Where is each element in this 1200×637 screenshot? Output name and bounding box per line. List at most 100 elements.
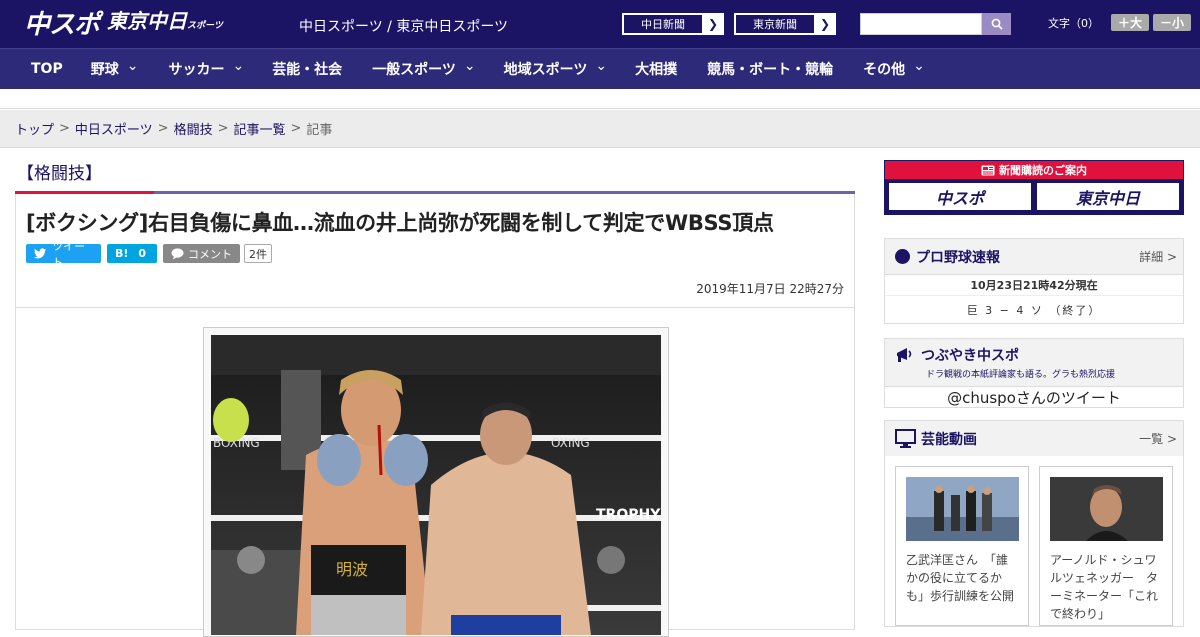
trunks-text: 明波 <box>336 560 368 579</box>
chevron-down-icon: ⌄ <box>126 58 139 74</box>
search-icon <box>991 18 1003 30</box>
baseball-scores-widget: プロ野球速報 詳細 > 10月23日21時42分現在 巨 3 − 4 ソ （終了… <box>884 238 1184 324</box>
article-photo-area: BOXING OXING TROPHY 明波 <box>15 308 855 637</box>
entertainment-video-widget: 芸能動画 一覧 > 乙武洋匡さん 「誰かの役に立てるかも」歩行訓練を公開 アーノ… <box>884 420 1184 627</box>
baseball-icon <box>895 249 910 264</box>
main-nav: TOP 野球 ⌄ サッカー ⌄ 芸能・社会 一般スポーツ ⌄ 地域スポーツ ⌄ 大相撲 競馬・ボート・… <box>0 48 1200 89</box>
video-cards: 乙武洋匡さん 「誰かの役に立てるかも」歩行訓練を公開 アーノルド・シュワルツェネ… <box>885 456 1183 626</box>
nav-item-label: 競馬・ボート・競輪 <box>707 62 834 78</box>
nav-item[interactable]: TOP <box>31 61 63 77</box>
nav-item-label: TOP <box>31 61 63 77</box>
breadcrumb-separator: > <box>59 121 70 136</box>
font-size-down-button[interactable]: －小 <box>1153 14 1191 31</box>
subscription-logos: 中スポ 東京中日 <box>885 179 1183 214</box>
nav-item[interactable]: 地域スポーツ ⌄ <box>503 58 607 79</box>
speech-bubble-icon <box>171 247 184 259</box>
breadcrumb-top[interactable]: トップ <box>15 119 54 138</box>
video-card[interactable]: アーノルド・シュワルツェネッガー ターミネーター「これで終わり」 <box>1039 466 1173 626</box>
site-name: 中日スポーツ / 東京中日スポーツ <box>299 19 509 35</box>
nav-item-label: 野球 <box>90 62 119 78</box>
tsubuyaki-title-row: つぶやき中スポ <box>895 345 1173 365</box>
font-size-up-button[interactable]: ＋大 <box>1111 14 1149 31</box>
tokyo-shimbun-button[interactable]: 東京新聞 ❯ <box>734 13 836 35</box>
chunichi-shimbun-button[interactable]: 中日新聞 ❯ <box>622 13 724 35</box>
baseball-widget-title: プロ野球速報 <box>916 249 1000 266</box>
nav-item-label: 芸能・社会 <box>272 62 343 78</box>
megaphone-icon <box>897 348 912 362</box>
hatena-count: 0 <box>138 247 147 260</box>
comment-button[interactable]: コメント <box>163 244 240 263</box>
breadcrumb-article-list[interactable]: 記事一覧 <box>234 119 286 138</box>
chevron-down-icon: ⌄ <box>463 58 476 74</box>
chevron-down-icon: ⌄ <box>232 58 245 74</box>
comment-label: コメント <box>188 247 232 261</box>
search-input[interactable] <box>860 13 982 35</box>
monitor-icon <box>895 429 916 448</box>
tweet-label: ツイート <box>52 239 86 269</box>
chevron-down-icon: ⌄ <box>913 58 925 74</box>
article-date: 2019年11月7日 22時27分 <box>696 282 844 296</box>
social-buttons: ツイート B! 0 コメント 2件 <box>26 240 844 269</box>
chevron-right-icon: ❯ <box>819 17 831 31</box>
tokyo-shimbun-label: 東京新聞 <box>735 14 815 34</box>
logo-tokyo-text: 東京中日 <box>107 9 188 33</box>
font-size-label: 文字（0） <box>1048 16 1099 30</box>
subscription-banner[interactable]: 新聞購読のご案内 中スポ 東京中日 <box>884 160 1184 215</box>
video-card[interactable]: 乙武洋匡さん 「誰かの役に立てるかも」歩行訓練を公開 <box>895 466 1029 626</box>
video-thumbnail[interactable] <box>1050 477 1163 541</box>
breadcrumb-separator: > <box>217 121 229 136</box>
subscribe-chuspo-logo[interactable]: 中スポ <box>888 182 1032 211</box>
baseball-widget-header: プロ野球速報 詳細 > <box>885 239 1183 274</box>
nav-item-label: その他 <box>863 62 906 78</box>
article-photo[interactable]: BOXING OXING TROPHY 明波 <box>211 335 661 635</box>
chunichi-shimbun-label: 中日新聞 <box>623 14 703 34</box>
sidebar: 新聞購読のご案内 中スポ 東京中日 プロ野球速報 詳細 > 10月23日21時4… <box>884 160 1184 627</box>
nav-item[interactable]: 芸能・社会 <box>272 59 342 79</box>
logo-chuspo[interactable]: 中スポ <box>24 11 100 39</box>
baseball-details-link[interactable]: 詳細 > <box>1139 248 1177 265</box>
breadcrumb-chunichi-sports[interactable]: 中日スポーツ <box>75 119 153 138</box>
nav-item[interactable]: 競馬・ボート・競輪 <box>707 59 833 79</box>
video-thumbnail-image <box>1050 477 1163 541</box>
breadcrumb-separator: > <box>290 121 302 136</box>
subscribe-tokyo-chunichi-logo[interactable]: 東京中日 <box>1036 182 1180 211</box>
ring-text-trophy: TROPHY <box>596 507 661 523</box>
chuspo-tweets-link[interactable]: @chuspoさんのツイート <box>885 386 1183 407</box>
tsubuyaki-header: つぶやき中スポ ドラ観戦の本紙評論家も語る。グラも熱烈応援 <box>885 339 1183 386</box>
nav-item-label: 地域スポーツ <box>503 62 588 78</box>
nav-item[interactable]: 大相撲 <box>635 59 677 79</box>
twitter-bird-icon <box>34 248 47 259</box>
logo-tokyo-sub: スポーツ <box>187 21 223 31</box>
nav-item-label: 一般スポーツ <box>372 62 456 78</box>
breadcrumb-separator: > <box>157 121 169 136</box>
nav-item-label: 大相撲 <box>635 62 678 78</box>
video-caption[interactable]: 乙武洋匡さん 「誰かの役に立てるかも」歩行訓練を公開 <box>906 551 1018 605</box>
logo-tokyo-chunichi[interactable]: 東京中日スポーツ <box>107 8 223 39</box>
nav-item[interactable]: 一般スポーツ ⌄ <box>372 58 476 79</box>
video-thumbnail[interactable] <box>906 477 1019 541</box>
nav-item[interactable]: サッカー ⌄ <box>168 58 245 79</box>
comment-count[interactable]: 2件 <box>244 244 272 263</box>
top-header: 中スポ 東京中日スポーツ 中日スポーツ / 東京中日スポーツ 中日新聞 ❯ 東京… <box>0 0 1200 48</box>
video-widget-header: 芸能動画 一覧 > <box>885 421 1183 456</box>
tsubuyaki-widget: つぶやき中スポ ドラ観戦の本紙評論家も語る。グラも熱烈応援 @chuspoさんの… <box>884 338 1184 408</box>
ring-text-right: OXING <box>551 436 590 450</box>
nav-item[interactable]: 野球 ⌄ <box>90 58 139 79</box>
hatena-bookmark-button[interactable]: B! 0 <box>107 244 157 263</box>
video-caption[interactable]: アーノルド・シュワルツェネッガー ターミネーター「これで終わり」 <box>1050 551 1162 623</box>
site-logo[interactable]: 中スポ 東京中日スポーツ <box>24 8 223 39</box>
tweet-button[interactable]: ツイート <box>26 240 101 269</box>
video-thumbnail-image <box>906 477 1019 541</box>
tsubuyaki-subtitle: ドラ観戦の本紙評論家も語る。グラも熱烈応援 <box>926 370 1116 380</box>
tsubuyaki-title: つぶやき中スポ <box>921 348 1019 364</box>
spacer-strip <box>0 89 1200 109</box>
nav-item[interactable]: その他 ⌄ <box>863 58 925 79</box>
search-button[interactable] <box>982 13 1011 35</box>
baseball-score[interactable]: 巨 3 − 4 ソ （終了） <box>885 295 1183 323</box>
baseball-status: 10月23日21時42分現在 <box>885 274 1183 295</box>
breadcrumb-martial-arts[interactable]: 格闘技 <box>174 119 213 138</box>
article-headline: [ボクシング]右目負傷に鼻血…流血の井上尚弥が死闘を制して判定でWBSS頂点 <box>26 211 774 235</box>
hatena-label: B! <box>115 247 129 260</box>
newspaper-icon <box>981 165 995 175</box>
video-list-link[interactable]: 一覧 > <box>1139 430 1177 447</box>
